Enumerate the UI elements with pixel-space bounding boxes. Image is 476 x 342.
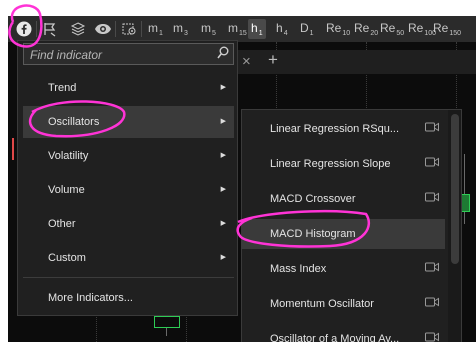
submenu-arrow-icon: ▶ [220, 254, 226, 261]
timeframe-unit: Re [326, 21, 342, 35]
menu-item-volume[interactable]: Volume ▶ [23, 174, 234, 206]
menu-item-label: Custom [48, 252, 86, 264]
submenu-arrow-icon: ▶ [220, 186, 226, 193]
menu-item-oscillators[interactable]: Oscillators ▶ [23, 106, 234, 138]
timeframe-value: 3 [184, 30, 188, 37]
timeframe-re150[interactable]: Re150 [433, 19, 461, 39]
timeframe-m3[interactable]: m3 [173, 19, 188, 39]
toolbar-divider [141, 21, 142, 37]
facebook-icon[interactable] [14, 19, 34, 39]
add-tab-button[interactable]: + [268, 50, 278, 70]
timeframe-unit: Re [380, 21, 396, 35]
submenu-item-label: Mass Index [270, 263, 327, 275]
submenu-arrow-icon: ▶ [220, 152, 226, 159]
chart-toolbar: m1 m3 m5 m15 h1 h4 D1 Re10 Re20 Re50 Re100 Re150 [8, 16, 476, 42]
menu-item-label: Trend [48, 82, 77, 94]
video-camera-icon[interactable] [425, 149, 439, 179]
candle-down [12, 138, 14, 160]
submenu-item-label: Momentum Oscillator [270, 298, 374, 310]
timeframe-value: 4 [283, 30, 288, 37]
menu-item-other[interactable]: Other ▶ [23, 208, 234, 240]
timeframe-unit: m [148, 21, 158, 35]
more-indicators-item[interactable]: More Indicators... [23, 282, 234, 314]
menu-item-label: Oscillators [48, 116, 100, 128]
timeframe-h4[interactable]: h4 [276, 19, 288, 39]
timeframe-m5[interactable]: m5 [201, 19, 216, 39]
video-camera-icon[interactable] [425, 254, 439, 284]
menu-item-volatility[interactable]: Volatility ▶ [23, 140, 234, 172]
video-camera-icon[interactable] [425, 114, 439, 144]
indicator-search [23, 43, 234, 66]
indicator-menu: Trend▶Oscillators▶Volatility▶Volume▶Othe… [17, 40, 238, 316]
timeframe-value: 1 [309, 30, 314, 37]
timeframe-unit: Re [354, 21, 370, 35]
scrollbar-thumb[interactable] [451, 114, 459, 264]
timeframe-unit: h [251, 21, 258, 35]
timeframe-d1[interactable]: D1 [300, 19, 314, 39]
submenu-scrollbar[interactable] [448, 110, 461, 342]
timeframe-value: 15 [239, 30, 247, 37]
submenu-arrow-icon: ▶ [220, 84, 226, 91]
submenu-item-label: MACD Histogram [270, 228, 356, 240]
timeframe-re100[interactable]: Re100 [408, 19, 436, 39]
menu-item-trend[interactable]: Trend ▶ [23, 72, 234, 104]
timeframe-value: 1 [159, 30, 163, 37]
menu-item-label: Volatility [48, 150, 89, 162]
video-camera-icon[interactable] [425, 184, 439, 214]
timeframe-unit: Re [433, 21, 449, 35]
submenu-item-oscillator-of-a-moving-av[interactable]: Oscillator of a Moving Av... [242, 324, 445, 342]
submenu-item-label: Oscillator of a Moving Av... [270, 333, 400, 342]
layers-icon[interactable] [68, 19, 88, 39]
toolbar-divider [36, 21, 37, 37]
timeframe-unit: m [201, 21, 211, 35]
timeframe-value: 20 [370, 30, 379, 37]
timeframe-m1[interactable]: m1 [148, 19, 163, 39]
search-icon[interactable] [217, 46, 229, 60]
oscillators-submenu: Linear Regression RSqu... Linear Regressi… [241, 109, 462, 342]
timeframe-value: 5 [212, 30, 216, 37]
timeframe-h1[interactable]: h1 [248, 19, 266, 39]
submenu-item-label: Linear Regression Slope [270, 158, 391, 170]
toolbar-divider [115, 21, 116, 37]
submenu-arrow-icon: ▶ [220, 220, 226, 227]
candle-wick [464, 154, 465, 224]
timeframe-unit: m [228, 21, 238, 35]
flag-icon[interactable] [40, 19, 60, 39]
submenu-item-mass-index[interactable]: Mass Index [242, 254, 445, 284]
menu-divider [23, 277, 234, 278]
video-camera-icon[interactable] [425, 289, 439, 319]
submenu-arrow-icon: ▶ [220, 118, 226, 125]
submenu-item-momentum-oscillator[interactable]: Momentum Oscillator [242, 289, 445, 319]
close-tab-icon[interactable]: × [242, 53, 251, 70]
submenu-item-linear-regression-slope[interactable]: Linear Regression Slope [242, 149, 445, 179]
timeframe-re20[interactable]: Re20 [354, 19, 378, 39]
timeframe-value: 10 [342, 30, 351, 37]
menu-item-label: Other [48, 218, 76, 230]
candle-up [154, 316, 180, 328]
timeframe-value: 50 [396, 30, 405, 37]
submenu-item-macd-crossover[interactable]: MACD Crossover [242, 184, 445, 214]
search-input[interactable] [28, 44, 212, 66]
submenu-item-linear-regression-rsqu[interactable]: Linear Regression RSqu... [242, 114, 445, 144]
timeframe-unit: Re [408, 21, 424, 35]
timeframe-value: 150 [449, 30, 462, 37]
video-camera-icon[interactable] [425, 324, 439, 342]
timeframe-re10[interactable]: Re10 [326, 19, 350, 39]
timeframe-m15[interactable]: m15 [228, 19, 247, 39]
menu-item-custom[interactable]: Custom ▶ [23, 242, 234, 274]
timeframe-unit: m [173, 21, 183, 35]
timeframe-value: 1 [258, 30, 263, 37]
eye-icon[interactable] [93, 19, 113, 39]
timeframe-re50[interactable]: Re50 [380, 19, 404, 39]
menu-item-label: Volume [48, 184, 85, 196]
submenu-item-label: Linear Regression RSqu... [270, 123, 400, 135]
timeframe-unit: h [276, 21, 283, 35]
timeframe-unit: D [300, 21, 309, 35]
settings-icon[interactable] [119, 19, 139, 39]
chart-tab-strip [230, 50, 476, 74]
submenu-item-label: MACD Crossover [270, 193, 356, 205]
submenu-item-macd-histogram[interactable]: MACD Histogram [242, 219, 445, 249]
